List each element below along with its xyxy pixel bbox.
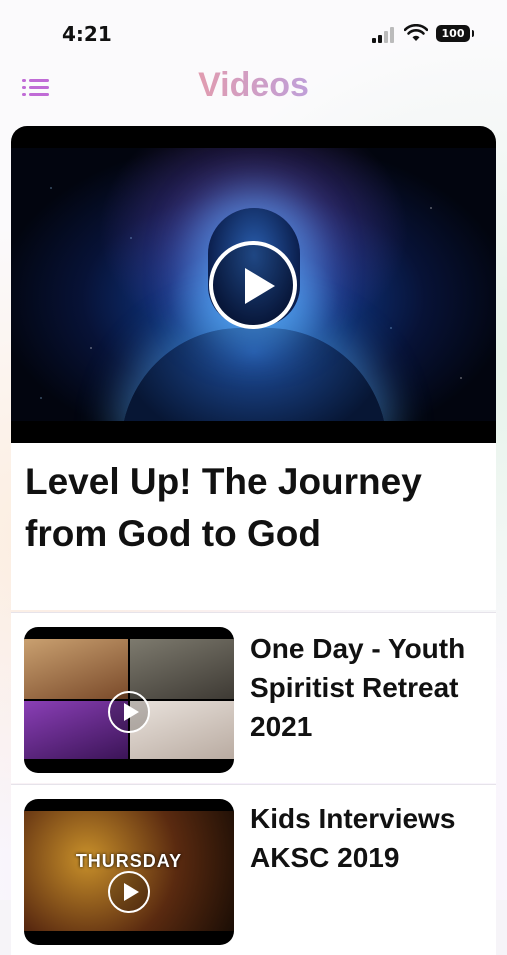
play-icon[interactable] [108,691,150,733]
status-bar: 4:21 100 [0,0,507,60]
featured-video-title[interactable]: Level Up! The Journey from God to God [25,456,485,560]
featured-video-card[interactable]: Level Up! The Journey from God to God [11,126,496,610]
video-list-item[interactable]: THURSDAY Kids Interviews AKSC 2019 [11,785,496,955]
video-thumbnail[interactable] [24,627,234,773]
play-icon[interactable] [108,871,150,913]
play-icon[interactable] [209,241,297,329]
video-list-item[interactable]: One Day - Youth Spiritist Retreat 2021 [11,613,496,783]
battery-level: 100 [441,27,465,40]
thumbnail-overlay-text: THURSDAY [75,851,183,871]
battery-icon: 100 [436,25,474,42]
video-title[interactable]: Kids Interviews AKSC 2019 [250,799,490,877]
status-time: 4:21 [62,22,112,46]
page-title: Videos [0,66,507,105]
nav-bar: Videos [0,60,507,116]
featured-video-thumbnail[interactable] [11,126,496,443]
wifi-icon [404,24,428,41]
cellular-signal-icon [372,27,398,43]
video-title[interactable]: One Day - Youth Spiritist Retreat 2021 [250,629,490,746]
video-thumbnail[interactable]: THURSDAY [24,799,234,945]
